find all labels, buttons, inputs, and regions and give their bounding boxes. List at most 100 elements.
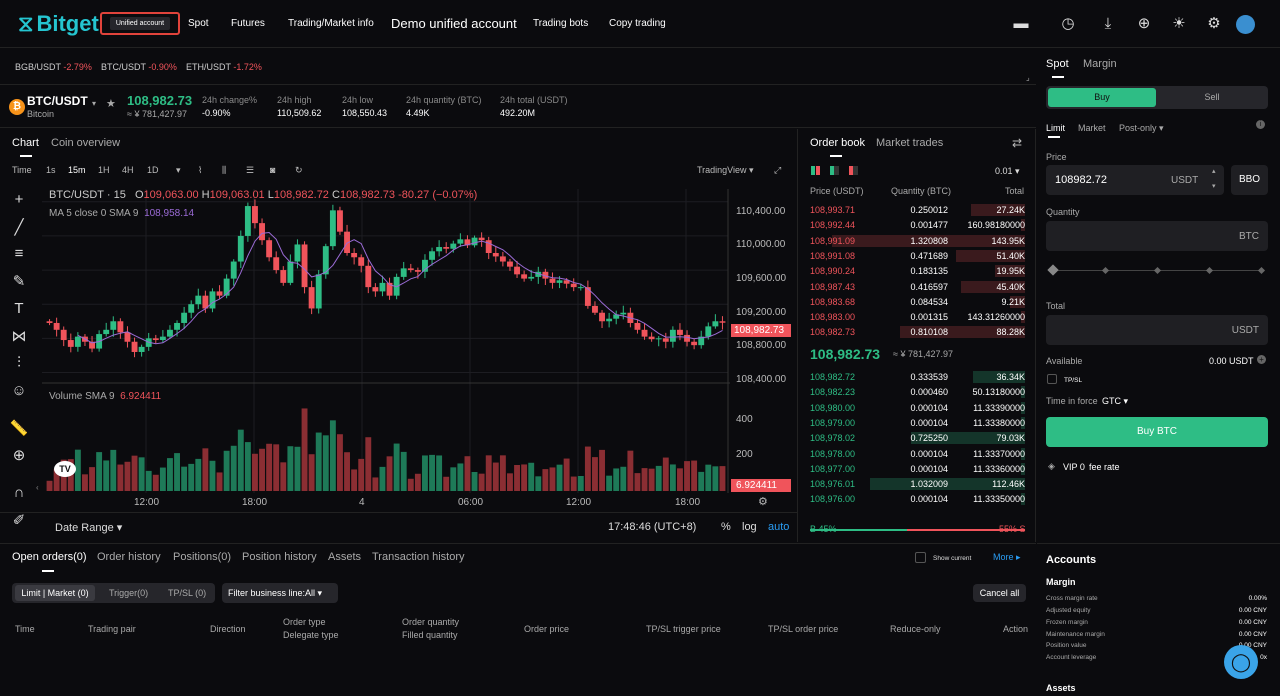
info-icon[interactable]: i	[1256, 120, 1265, 129]
swap-arrows-icon[interactable]: ⇄	[1012, 136, 1022, 150]
ticker-item[interactable]: BGB/USDT -2.79%	[15, 62, 92, 72]
tab-spot[interactable]: Spot	[1046, 58, 1069, 70]
total-input[interactable]: USDT	[1046, 315, 1268, 345]
orders-history-icon[interactable]: ◷	[1059, 15, 1077, 33]
tab-assets[interactable]: Assets	[328, 551, 361, 563]
ask-row[interactable]: 108,990.24 0.183135 19.95K	[799, 264, 1036, 278]
book-view-both-icon[interactable]	[811, 166, 820, 175]
log-toggle[interactable]: log	[742, 521, 757, 533]
buy-btc-button[interactable]: Buy BTC	[1046, 417, 1268, 447]
sell-tab[interactable]: Sell	[1158, 88, 1266, 107]
ticker-item[interactable]: BTC/USDT -0.90%	[101, 62, 177, 72]
bid-row[interactable]: 108,980.00 0.000104 11.33390000	[799, 401, 1036, 415]
auto-toggle[interactable]: auto	[768, 521, 789, 533]
date-range-button[interactable]: Date Range ▾	[55, 521, 122, 534]
type-limit[interactable]: Limit	[1046, 123, 1065, 133]
tab-market-trades[interactable]: Market trades	[876, 137, 943, 149]
book-view-asks-icon[interactable]	[849, 166, 858, 175]
slider-stop[interactable]	[1153, 266, 1162, 275]
ask-row[interactable]: 108,987.43 0.416597 45.40K	[799, 280, 1036, 294]
nav-spot[interactable]: Spot	[188, 18, 209, 29]
chart-settings-icon[interactable]: ⚙	[758, 495, 768, 508]
business-line-filter[interactable]: Filter business line:All ▾	[222, 583, 338, 603]
ask-row[interactable]: 108,991.09 1.320808 143.95K	[799, 234, 1036, 248]
tab-margin[interactable]: Margin	[1083, 58, 1117, 70]
tpsl-checkbox[interactable]	[1047, 374, 1057, 384]
tab-positions[interactable]: Positions(0)	[173, 551, 231, 563]
nav-demo-account[interactable]: Demo unified account	[391, 16, 517, 31]
slider-stop[interactable]	[1205, 266, 1214, 275]
show-current-checkbox[interactable]	[915, 552, 926, 563]
tab-order-book[interactable]: Order book	[810, 137, 865, 149]
bid-row[interactable]: 108,982.23 0.000460 50.13180000	[799, 385, 1036, 399]
volume-bar	[337, 434, 343, 491]
volume-bar	[570, 476, 577, 491]
fee-rate-link[interactable]: fee rate	[1089, 462, 1120, 472]
tab-order-history[interactable]: Order history	[97, 551, 161, 563]
more-link[interactable]: More ▸	[993, 552, 1021, 563]
bid-row[interactable]: 108,978.00 0.000104 11.33370000	[799, 447, 1036, 461]
bid-row[interactable]: 108,976.01 1.032009 112.46K	[799, 477, 1036, 491]
bid-row[interactable]: 108,976.00 0.000104 11.33350000	[799, 492, 1036, 506]
favorite-star-icon[interactable]: ★	[106, 97, 116, 110]
subtab-tpsl[interactable]: TP/SL (0)	[168, 588, 206, 598]
nav-futures[interactable]: Futures	[231, 18, 265, 29]
bid-row[interactable]: 108,982.72 0.333539 36.34K	[799, 370, 1036, 384]
bid-row[interactable]: 108,978.02 0.725250 79.03K	[799, 431, 1036, 445]
ask-row[interactable]: 108,983.00 0.001315 143.31260000	[799, 310, 1036, 324]
ask-row[interactable]: 108,991.08 0.471689 51.40K	[799, 249, 1036, 263]
subtab-limit-market[interactable]: Limit | Market (0)	[15, 585, 95, 601]
row-price: 108,982.23	[810, 387, 856, 398]
bbo-button[interactable]: BBO	[1231, 165, 1268, 195]
tab-transaction-history[interactable]: Transaction history	[372, 551, 465, 563]
row-total: 160.98180000	[967, 220, 1025, 231]
ask-row[interactable]: 108,982.73 0.810108 88.28K	[799, 325, 1036, 339]
language-globe-icon[interactable]: ⊕	[1135, 15, 1153, 33]
decrement-icon[interactable]: ▾	[1212, 182, 1216, 190]
avatar[interactable]	[1236, 15, 1255, 34]
book-view-bids-icon[interactable]	[830, 166, 839, 175]
settings-gear-icon[interactable]: ⚙	[1205, 15, 1223, 33]
resize-handle-icon[interactable]: ⌟	[1026, 73, 1030, 82]
type-market[interactable]: Market	[1078, 123, 1106, 133]
nav-copy-trading[interactable]: Copy trading	[609, 18, 666, 29]
tab-position-history[interactable]: Position history	[242, 551, 317, 563]
nav-trading-market[interactable]: Trading/Market info	[288, 18, 374, 29]
price-input[interactable]: 108982.72 USDT ▴ ▾	[1046, 165, 1224, 195]
wallet-icon[interactable]: ▬	[1012, 15, 1030, 33]
ask-row[interactable]: 108,983.68 0.084534 9.21K	[799, 295, 1036, 309]
volume-bar	[294, 446, 301, 491]
cancel-all-button[interactable]: Cancel all	[973, 584, 1026, 602]
time-in-force-selector[interactable]: GTC ▾	[1102, 396, 1128, 407]
subtab-trigger[interactable]: Trigger(0)	[109, 588, 148, 598]
symbol-selector[interactable]: BTC/USDT	[27, 94, 88, 108]
bid-row[interactable]: 108,977.00 0.000104 11.33360000	[799, 462, 1036, 476]
ticker-item[interactable]: ETH/USDT -1.72%	[186, 62, 262, 72]
buy-tab[interactable]: Buy	[1048, 88, 1156, 107]
download-icon[interactable]: ⤓	[1099, 15, 1117, 33]
tab-open-orders[interactable]: Open orders(0)	[12, 551, 87, 563]
quantity-input[interactable]: BTC	[1046, 221, 1268, 251]
nav-trading-bots[interactable]: Trading bots	[533, 18, 588, 29]
candle	[592, 305, 598, 313]
percent-toggle[interactable]: %	[721, 521, 731, 533]
increment-icon[interactable]: ▴	[1212, 167, 1216, 175]
candle	[329, 210, 336, 247]
add-funds-icon[interactable]: +	[1257, 355, 1266, 364]
type-post-only[interactable]: Post-only ▾	[1119, 123, 1164, 134]
row-price: 108,979.00	[810, 417, 856, 428]
unified-account-button[interactable]: Unified account	[100, 12, 180, 35]
market-header: ₿ BTC/USDT Bitcoin ▾ ★ 108,982.73 ≈ ¥ 78…	[0, 86, 1036, 128]
slider-handle[interactable]	[1047, 264, 1059, 276]
bitget-logo[interactable]: ⧖ Bitget	[18, 11, 99, 37]
ask-row[interactable]: 108,992.44 0.001477 160.98180000	[799, 218, 1036, 232]
chat-support-icon[interactable]: ◯	[1224, 645, 1258, 679]
theme-sun-icon[interactable]: ☀	[1170, 15, 1188, 33]
bid-row[interactable]: 108,979.00 0.000104 11.33380000	[799, 416, 1036, 430]
collapse-arrow-icon[interactable]: ‹	[36, 483, 39, 492]
ask-row[interactable]: 108,993.71 0.250012 27.24K	[799, 203, 1036, 217]
slider-stop[interactable]	[1101, 266, 1110, 275]
precision-selector[interactable]: 0.01 ▾	[995, 166, 1020, 177]
chevron-down-icon[interactable]: ▾	[92, 99, 96, 108]
slider-stop[interactable]	[1257, 266, 1266, 275]
